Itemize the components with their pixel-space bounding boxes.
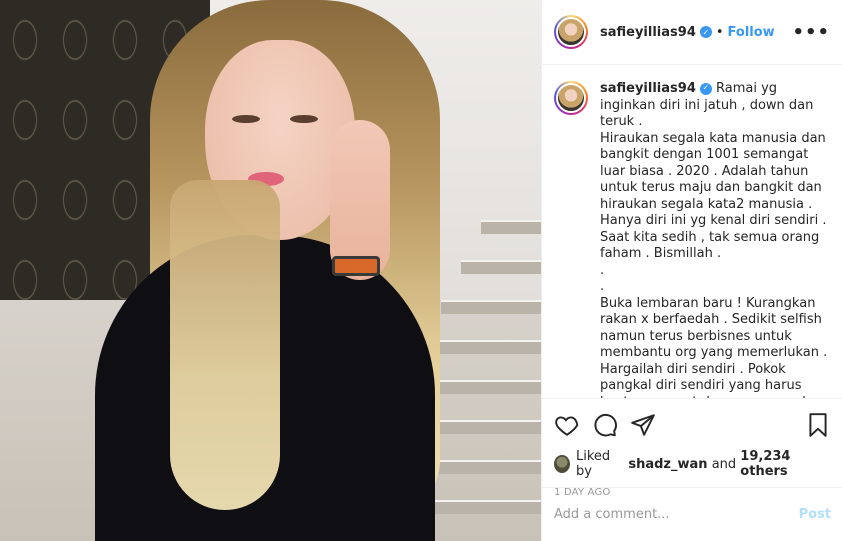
separator-dot: • bbox=[715, 24, 724, 40]
comment-icon[interactable] bbox=[592, 412, 618, 438]
verified-badge-icon: ✓ bbox=[699, 82, 712, 95]
eye bbox=[290, 115, 318, 123]
hair-front bbox=[170, 180, 280, 510]
likes-summary: Liked by shadz_wan and 19,234 others bbox=[554, 449, 831, 479]
caption-text-block: safieyillias94 ✓ Ramai yg inginkan diri i… bbox=[600, 81, 830, 398]
post-photo[interactable] bbox=[0, 0, 541, 541]
heart-icon[interactable] bbox=[554, 412, 580, 438]
liker-username[interactable]: shadz_wan bbox=[628, 457, 707, 472]
caption-text: Ramai yg inginkan diri ini jatuh , down … bbox=[600, 81, 828, 398]
eye bbox=[232, 115, 260, 123]
likes-prefix: Liked by bbox=[576, 449, 611, 479]
post-header: safieyillias94 ✓ • Follow ••• bbox=[542, 0, 842, 65]
bookmark-icon[interactable] bbox=[805, 412, 831, 438]
avatar[interactable] bbox=[554, 15, 588, 49]
caption-avatar[interactable] bbox=[554, 81, 588, 115]
comment-box: Post bbox=[542, 487, 842, 541]
caption-area[interactable]: safieyillias94 ✓ Ramai yg inginkan diri i… bbox=[542, 65, 842, 398]
post-side-panel: safieyillias94 ✓ • Follow ••• safieyilli… bbox=[541, 0, 842, 541]
likes-joiner: and bbox=[711, 456, 737, 472]
liker-avatar[interactable] bbox=[554, 455, 570, 473]
follow-button[interactable]: Follow bbox=[728, 25, 775, 40]
more-options-icon[interactable]: ••• bbox=[792, 22, 830, 43]
caption-username[interactable]: safieyillias94 bbox=[600, 81, 696, 96]
orange-watch bbox=[332, 256, 380, 276]
share-icon[interactable] bbox=[630, 412, 656, 438]
likes-others[interactable]: 19,234 others bbox=[740, 449, 831, 479]
post-comment-button[interactable]: Post bbox=[799, 507, 831, 522]
action-bar: Liked by shadz_wan and 19,234 others 1 D… bbox=[542, 398, 842, 498]
header-username[interactable]: safieyillias94 bbox=[600, 25, 696, 40]
comment-input[interactable] bbox=[554, 507, 799, 522]
verified-badge-icon: ✓ bbox=[699, 26, 712, 38]
